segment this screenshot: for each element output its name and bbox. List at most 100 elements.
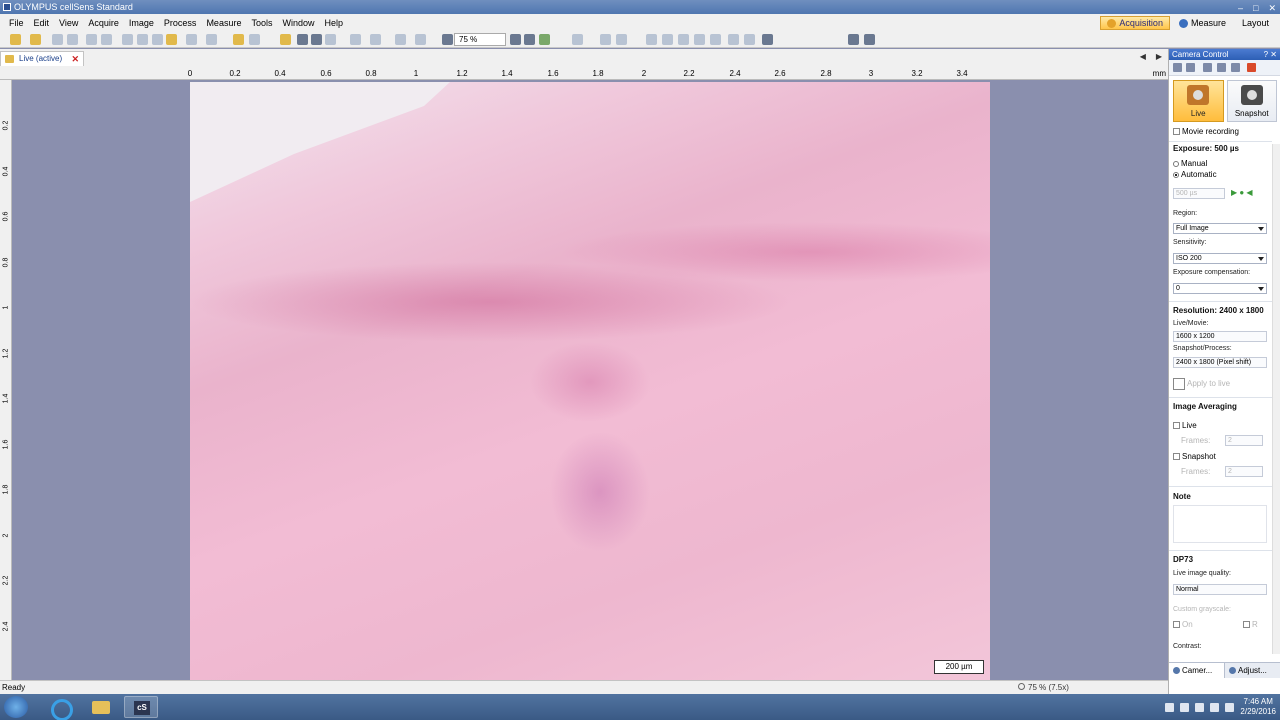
gallery-icon[interactable]	[166, 34, 177, 45]
pan-tool-icon[interactable]	[280, 34, 291, 45]
align-left-icon[interactable]	[646, 34, 657, 45]
align-right-icon[interactable]	[678, 34, 689, 45]
note-textarea[interactable]	[1173, 505, 1267, 543]
zoom-icon[interactable]	[442, 34, 453, 45]
tab-scroll-right-icon[interactable]: ▶	[1156, 52, 1162, 61]
print-icon[interactable]	[86, 34, 97, 45]
file-explorer-icon[interactable]	[84, 696, 118, 718]
layer2-icon[interactable]	[616, 34, 627, 45]
help-pointer-icon[interactable]	[249, 34, 260, 45]
tab-live-active[interactable]: Live (active) ✕	[0, 51, 84, 66]
histogram-icon[interactable]	[1217, 63, 1226, 72]
stop-icon[interactable]	[1247, 63, 1256, 72]
minimize-button[interactable]: –	[1238, 1, 1243, 15]
exposure-time-field[interactable]: 500 µs	[1173, 188, 1225, 199]
status-zoom[interactable]: 75 % (7.5x)	[1018, 681, 1069, 694]
select-tool-icon[interactable]	[297, 34, 308, 45]
grayscale-on-row[interactable]: On	[1173, 620, 1193, 629]
tray-icon[interactable]	[1195, 702, 1205, 712]
overlay-icon[interactable]	[572, 34, 583, 45]
region-select[interactable]: Full Image	[1173, 223, 1267, 234]
open-icon[interactable]	[30, 34, 41, 45]
live-quality-select[interactable]: Normal	[1173, 584, 1267, 595]
cellsens-taskbar-button[interactable]: cS	[124, 696, 158, 718]
undo-icon[interactable]	[186, 34, 197, 45]
sensitivity-select[interactable]: ISO 200	[1173, 253, 1267, 264]
live-button[interactable]: Live	[1173, 80, 1224, 122]
close-tab-icon[interactable]: ✕	[71, 52, 79, 66]
layout-multi-icon[interactable]	[864, 34, 875, 45]
tray-icon[interactable]	[1180, 702, 1190, 712]
avg-live-checkbox[interactable]	[1173, 422, 1180, 430]
screenshot-icon[interactable]	[762, 34, 773, 45]
paste-icon[interactable]	[152, 34, 163, 45]
menu-file[interactable]: File	[4, 18, 29, 28]
layer-icon[interactable]	[600, 34, 611, 45]
start-button[interactable]	[4, 696, 28, 718]
menu-edit[interactable]: Edit	[29, 18, 55, 28]
tab-camera-control[interactable]: Camer...	[1169, 663, 1225, 678]
order-icon[interactable]	[744, 34, 755, 45]
tab-scroll-left-icon[interactable]: ◀	[1140, 52, 1146, 61]
redo-icon[interactable]	[206, 34, 217, 45]
draw-tool-icon[interactable]	[395, 34, 406, 45]
snapshot-button[interactable]: Snapshot	[1226, 80, 1277, 122]
pointer-tool-icon[interactable]	[325, 34, 336, 45]
print-preview-icon[interactable]	[101, 34, 112, 45]
volume-icon[interactable]	[1225, 702, 1235, 712]
settings-icon[interactable]	[1231, 63, 1240, 72]
scale-bar[interactable]: 200 µm	[934, 660, 984, 674]
menu-help[interactable]: Help	[319, 18, 348, 28]
exposure-compensation-select[interactable]: 0	[1173, 283, 1267, 294]
frames-live-field[interactable]: 2	[1225, 435, 1263, 446]
new-icon[interactable]	[10, 34, 21, 45]
layout-layout[interactable]: Layout	[1235, 16, 1276, 30]
image-properties-icon[interactable]	[233, 34, 244, 45]
movie-recording-checkbox[interactable]	[1173, 128, 1180, 136]
zoom-tool-icon[interactable]	[311, 34, 322, 45]
full-screen-icon[interactable]	[539, 34, 550, 45]
crop-region-icon[interactable]	[1173, 378, 1185, 390]
crosshair-tool-icon[interactable]	[370, 34, 381, 45]
menu-image[interactable]: Image	[124, 18, 159, 28]
grayscale-on-checkbox[interactable]	[1173, 621, 1180, 629]
layout-single-icon[interactable]	[848, 34, 859, 45]
avg-snapshot-row[interactable]: Snapshot	[1173, 452, 1216, 461]
menu-tools[interactable]: Tools	[246, 18, 277, 28]
zoom-select[interactable]: 75 %	[454, 33, 506, 46]
image-viewport[interactable]	[12, 80, 1168, 680]
ungroup-icon[interactable]	[728, 34, 739, 45]
fit-to-window-icon[interactable]	[524, 34, 535, 45]
network-icon[interactable]	[1210, 702, 1220, 712]
save-all-icon[interactable]	[67, 34, 78, 45]
cut-icon[interactable]	[122, 34, 133, 45]
exposure-play-controls[interactable]: ▶ ● ◀	[1231, 188, 1253, 197]
erase-tool-icon[interactable]	[415, 34, 426, 45]
live-microscope-image[interactable]	[190, 82, 990, 680]
distribute-icon[interactable]	[694, 34, 705, 45]
frames-snapshot-field[interactable]: 2	[1225, 466, 1263, 477]
clock[interactable]: 7:46 AM 2/29/2016	[1240, 697, 1276, 717]
manual-radio-row[interactable]: Manual	[1173, 159, 1207, 168]
maximize-button[interactable]: □	[1253, 1, 1258, 15]
avg-snapshot-checkbox[interactable]	[1173, 453, 1180, 461]
zoom-in-icon[interactable]	[510, 34, 521, 45]
snapshot-process-resolution[interactable]: 2400 x 1800 (Pixel shift)	[1173, 357, 1267, 368]
menu-measure[interactable]: Measure	[201, 18, 246, 28]
copy-icon[interactable]	[137, 34, 148, 45]
live-movie-resolution[interactable]: 1600 x 1200	[1173, 331, 1267, 342]
align-center-icon[interactable]	[662, 34, 673, 45]
menu-window[interactable]: Window	[277, 18, 319, 28]
grayscale-r-row[interactable]: R	[1243, 620, 1258, 629]
close-button[interactable]: ✕	[1268, 1, 1276, 15]
pen-icon[interactable]	[1186, 63, 1195, 72]
record-icon[interactable]	[1203, 63, 1212, 72]
menu-acquire[interactable]: Acquire	[83, 18, 124, 28]
menu-process[interactable]: Process	[159, 18, 202, 28]
panel-scrollbar[interactable]	[1272, 144, 1280, 654]
tab-adjustment[interactable]: Adjust...	[1225, 663, 1280, 678]
crop-icon[interactable]	[1173, 63, 1182, 72]
tray-icon[interactable]	[1165, 702, 1175, 712]
save-icon[interactable]	[52, 34, 63, 45]
arrow-tool-icon[interactable]	[350, 34, 361, 45]
